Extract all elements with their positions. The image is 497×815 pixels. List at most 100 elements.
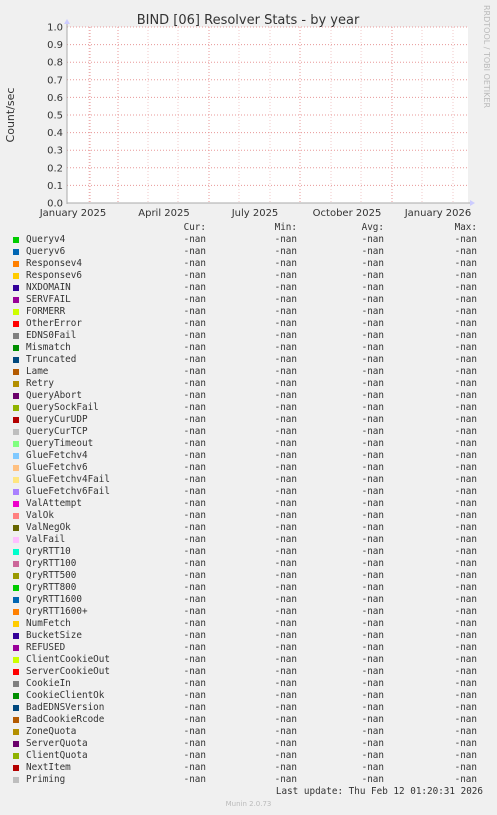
series-value-cur: -nan	[183, 390, 206, 401]
col-avg-header: Avg:	[361, 222, 384, 233]
series-value-max: -nan	[454, 570, 477, 581]
series-value-avg: -nan	[361, 390, 384, 401]
series-value-max: -nan	[454, 774, 477, 785]
series-value-max: -nan	[454, 582, 477, 593]
series-swatch	[13, 513, 19, 519]
legend-row: Retry -nan -nan -nan -nan	[0, 378, 497, 390]
series-value-min: -nan	[274, 450, 297, 461]
series-value-cur: -nan	[183, 522, 206, 533]
series-value-max: -nan	[454, 702, 477, 713]
series-value-avg: -nan	[361, 366, 384, 377]
series-value-min: -nan	[274, 702, 297, 713]
munin-version: Munin 2.0.73	[225, 800, 272, 808]
series-value-cur: -nan	[183, 582, 206, 593]
series-swatch	[13, 489, 19, 495]
series-value-avg: -nan	[361, 606, 384, 617]
series-value-cur: -nan	[183, 738, 206, 749]
series-value-avg: -nan	[361, 774, 384, 785]
series-value-avg: -nan	[361, 474, 384, 485]
series-swatch	[13, 573, 19, 579]
y-tick-label: 0.5	[47, 111, 63, 122]
series-name: Queryv4	[26, 234, 66, 245]
legend-row: REFUSED -nan -nan -nan -nan	[0, 642, 497, 654]
series-value-min: -nan	[274, 366, 297, 377]
series-value-max: -nan	[454, 690, 477, 701]
series-value-max: -nan	[454, 378, 477, 389]
x-axis-arrow-icon	[470, 200, 475, 206]
series-swatch	[13, 765, 19, 771]
series-swatch	[13, 501, 19, 507]
series-value-avg: -nan	[361, 642, 384, 653]
legend-row: BadEDNSVersion -nan -nan -nan -nan	[0, 702, 497, 714]
legend-row: GlueFetchv6Fail -nan -nan -nan -nan	[0, 486, 497, 498]
series-value-max: -nan	[454, 630, 477, 641]
series-value-cur: -nan	[183, 318, 206, 329]
series-swatch	[13, 309, 19, 315]
series-name: GlueFetchv4	[26, 450, 88, 461]
legend-row: QryRTT10 -nan -nan -nan -nan	[0, 546, 497, 558]
series-name: FORMERR	[26, 306, 66, 317]
x-tick-label: January 2026	[404, 208, 472, 219]
series-value-cur: -nan	[183, 306, 206, 317]
series-swatch	[13, 429, 19, 435]
legend-row: QryRTT1600+ -nan -nan -nan -nan	[0, 606, 497, 618]
series-value-max: -nan	[454, 510, 477, 521]
legend-row: OtherError -nan -nan -nan -nan	[0, 318, 497, 330]
series-value-min: -nan	[274, 774, 297, 785]
series-swatch	[13, 645, 19, 651]
series-value-max: -nan	[454, 270, 477, 281]
series-value-avg: -nan	[361, 690, 384, 701]
series-value-avg: -nan	[361, 666, 384, 677]
series-value-cur: -nan	[183, 426, 206, 437]
series-value-avg: -nan	[361, 294, 384, 305]
series-value-avg: -nan	[361, 522, 384, 533]
series-value-min: -nan	[274, 438, 297, 449]
legend-row: Mismatch -nan -nan -nan -nan	[0, 342, 497, 354]
legend-row: QueryTimeout -nan -nan -nan -nan	[0, 438, 497, 450]
series-value-cur: -nan	[183, 330, 206, 341]
series-value-max: -nan	[454, 450, 477, 461]
series-value-avg: -nan	[361, 762, 384, 773]
series-value-max: -nan	[454, 474, 477, 485]
series-value-avg: -nan	[361, 270, 384, 281]
series-value-cur: -nan	[183, 354, 206, 365]
series-name: NXDOMAIN	[26, 282, 71, 293]
series-value-min: -nan	[274, 570, 297, 581]
series-swatch	[13, 717, 19, 723]
series-value-avg: -nan	[361, 750, 384, 761]
series-value-avg: -nan	[361, 414, 384, 425]
series-value-cur: -nan	[183, 342, 206, 353]
series-name: QueryTimeout	[26, 438, 94, 449]
series-value-cur: -nan	[183, 258, 206, 269]
series-value-max: -nan	[454, 390, 477, 401]
series-value-max: -nan	[454, 426, 477, 437]
series-value-min: -nan	[274, 486, 297, 497]
series-value-cur: -nan	[183, 690, 206, 701]
series-swatch	[13, 357, 19, 363]
series-value-cur: -nan	[183, 378, 206, 389]
rrdtool-side-label: RRDTOOL / TOBI OETIKER	[482, 5, 491, 108]
col-min-header: Min:	[274, 222, 297, 233]
legend-row: Responsev6 -nan -nan -nan -nan	[0, 270, 497, 282]
legend-row: NXDOMAIN -nan -nan -nan -nan	[0, 282, 497, 294]
legend-row: Queryv6 -nan -nan -nan -nan	[0, 246, 497, 258]
series-value-cur: -nan	[183, 702, 206, 713]
series-value-avg: -nan	[361, 498, 384, 509]
series-value-cur: -nan	[183, 726, 206, 737]
series-value-cur: -nan	[183, 270, 206, 281]
series-name: Responsev4	[26, 258, 82, 269]
legend-row: GlueFetchv4 -nan -nan -nan -nan	[0, 450, 497, 462]
legend-row: GlueFetchv6 -nan -nan -nan -nan	[0, 462, 497, 474]
series-value-avg: -nan	[361, 714, 384, 725]
series-name: QryRTT100	[26, 558, 77, 569]
series-value-min: -nan	[274, 558, 297, 569]
series-value-cur: -nan	[183, 462, 206, 473]
series-value-min: -nan	[274, 630, 297, 641]
series-swatch	[13, 477, 19, 483]
series-value-max: -nan	[454, 246, 477, 257]
series-value-avg: -nan	[361, 234, 384, 245]
series-value-min: -nan	[274, 594, 297, 605]
series-value-avg: -nan	[361, 570, 384, 581]
series-swatch	[13, 681, 19, 687]
series-swatch	[13, 345, 19, 351]
